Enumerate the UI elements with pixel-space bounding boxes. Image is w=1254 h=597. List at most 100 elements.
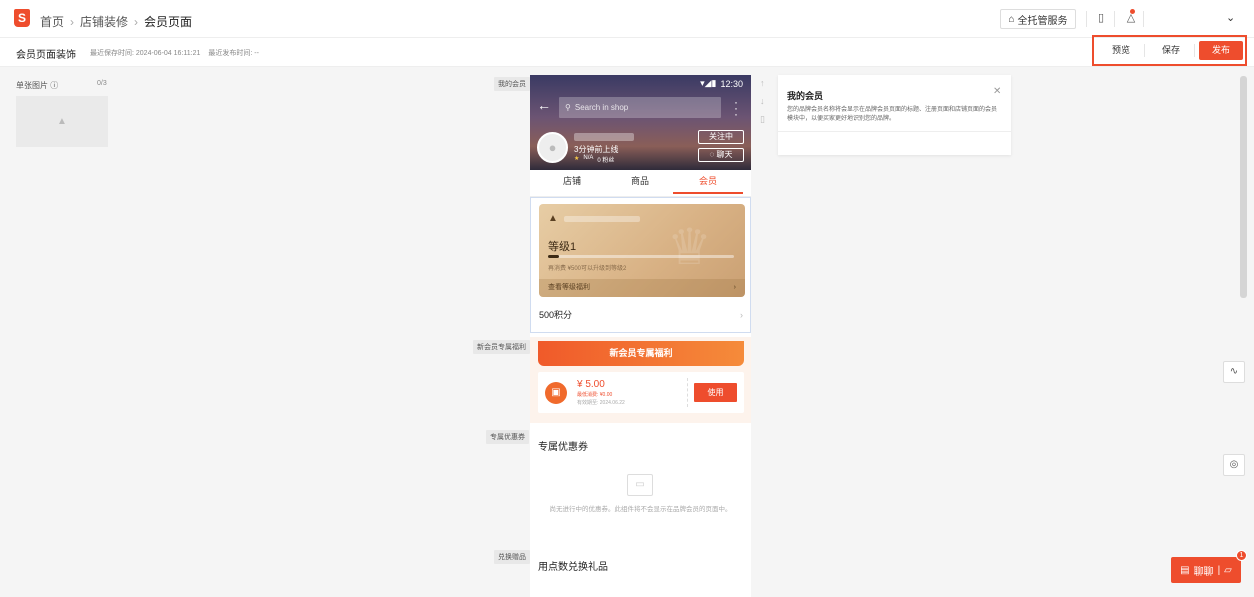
image-count: 0/3 — [97, 80, 107, 87]
voucher-icon: ▣ — [545, 382, 567, 404]
activity-monitor-icon[interactable]: ∿ — [1223, 361, 1245, 383]
save-meta: 最近保存时间: 2024-06-04 16:11:21 最近发布时间: -- — [90, 48, 259, 58]
signal-icon: ▾◢▮ — [700, 78, 717, 88]
chat-button[interactable]: ◌ 聊天 — [698, 148, 744, 162]
divider — [1194, 44, 1195, 57]
section-tag-coupons[interactable]: 专属优惠券 — [486, 430, 529, 444]
coupon-section[interactable]: 专属优惠券 ▭ 尚无进行中的优惠券。此组件将不会显示在品牌会员的页面中。 — [530, 427, 751, 543]
use-voucher-button[interactable]: 使用 — [694, 383, 737, 402]
follow-button[interactable]: 关注中 — [698, 130, 744, 144]
crown-icon: ♛ — [667, 219, 712, 275]
search-placeholder: Search in shop — [574, 103, 629, 112]
search-icon: ⚲ — [565, 103, 571, 112]
book-icon[interactable]: ▯ — [1094, 11, 1108, 25]
back-arrow-icon[interactable]: ← — [537, 97, 551, 113]
publish-button[interactable]: 发布 — [1199, 41, 1243, 60]
voucher-min-spend: 最低消费: ¥0.00 — [577, 392, 613, 398]
shop-search-input[interactable]: ⚲ Search in shop — [559, 97, 721, 118]
empty-coupon-icon: ▭ — [627, 474, 653, 496]
shopee-logo-icon[interactable]: S — [14, 9, 30, 27]
view-level-benefits[interactable]: 查看等级福利 › — [539, 279, 745, 297]
divider — [1144, 44, 1145, 57]
expand-icon: ▱ — [1224, 564, 1232, 576]
card-user: ▲ — [548, 213, 640, 224]
shop-tabs: 店铺 商品 会员 — [530, 170, 751, 197]
divider — [1114, 11, 1115, 27]
single-image-label: 单张图片 ⓘ — [16, 81, 59, 90]
breadcrumb-shop-decoration[interactable]: 店铺装修 — [80, 13, 128, 30]
section-tag-redeem[interactable]: 兑换赠品 — [494, 550, 530, 564]
chat-icon: ◌ — [709, 150, 715, 159]
shop-avatar: ● — [537, 132, 568, 163]
image-thumbnail[interactable]: ▲ — [16, 96, 108, 147]
divider — [778, 131, 1011, 132]
breadcrumb-separator: › — [70, 14, 75, 29]
coupon-heading: 专属优惠券 — [538, 442, 588, 453]
info-title: 我的会员 — [787, 91, 824, 101]
shop-online-status: 3分钟前上线 — [574, 145, 619, 154]
gift-redeem-section[interactable]: 用点数兑换礼品 — [530, 547, 751, 597]
star-icon: ★ — [574, 156, 580, 162]
divider — [1086, 11, 1087, 27]
chevron-right-icon: › — [740, 310, 743, 320]
scrollbar[interactable] — [1240, 70, 1247, 595]
voucher-divider — [687, 378, 688, 407]
last-saved-time: 最近保存时间: 2024-06-04 16:11:21 — [90, 50, 201, 57]
delete-icon[interactable]: ▯ — [760, 114, 765, 125]
rating-value: N/A — [583, 155, 594, 161]
top-header: S 首页 › 店铺装修 › 会员页面 ⌂ 全托管服务 ▯ △ ⌄ — [0, 0, 1254, 38]
preview-button[interactable]: 预览 — [1100, 41, 1142, 60]
move-up-icon[interactable]: ↑ — [760, 78, 765, 88]
close-icon[interactable]: ✕ — [993, 86, 1001, 97]
action-buttons-highlight: 预览 保存 发布 — [1092, 35, 1247, 66]
active-tab-indicator — [673, 192, 743, 194]
gift-heading: 用点数兑换礼品 — [538, 562, 608, 573]
section-tag-new-member[interactable]: 新会员专属福利 — [473, 340, 530, 354]
my-member-section[interactable]: ♛ ▲ 等级1 再消费 ¥500可以升级到等级2 查看等级福利 › 500积分 … — [530, 197, 751, 333]
info-description: 您的品牌会员名称将会显示在品牌会员页面的标题、注册页面和店铺页面的会员模块中，以… — [787, 107, 998, 122]
component-info-panel: 我的会员 ✕ 您的品牌会员名称将会显示在品牌会员页面的标题、注册页面和店铺页面的… — [778, 75, 1011, 155]
level-progress-bar — [548, 255, 734, 258]
chat-bubble-icon: ▤ — [1180, 564, 1190, 576]
voucher-expiry: 有效期至: 2024.06.22 — [577, 400, 625, 406]
move-down-icon[interactable]: ↓ — [760, 96, 765, 106]
divider — [1143, 11, 1144, 27]
breadcrumb-home[interactable]: 首页 — [40, 13, 64, 30]
sub-header: 会员页面装饰 最近保存时间: 2024-06-04 16:11:21 最近发布时… — [0, 38, 1254, 67]
chat-unread-badge: 1 — [1236, 550, 1247, 561]
voucher-amount: ¥ 5.00 — [577, 379, 605, 390]
breadcrumb-current: 会员页面 — [144, 15, 193, 29]
support-headset-icon[interactable]: ◎ — [1223, 454, 1245, 476]
membership-card: ♛ ▲ 等级1 再消费 ¥500可以升级到等级2 查看等级福利 › — [539, 204, 745, 297]
section-tag-my-member[interactable]: 我的会员 — [494, 77, 530, 91]
chat-float-button[interactable]: ▤ 聊聊 | ▱ — [1171, 557, 1241, 583]
service-icon: ⌂ — [1008, 13, 1015, 25]
level-progress-fill — [548, 255, 560, 258]
help-icon[interactable]: ⓘ — [50, 81, 58, 90]
breadcrumb: 首页 › 店铺装修 › 会员页面 — [40, 13, 192, 30]
chevron-right-icon: › — [733, 284, 736, 291]
new-member-section[interactable]: 新会员专属福利 ▣ ¥ 5.00 最低消费: ¥0.00 有效期至: 2024.… — [530, 337, 751, 423]
member-level: 等级1 — [548, 241, 577, 253]
save-button[interactable]: 保存 — [1150, 41, 1192, 60]
phone-preview: ▾◢▮ 12:30 ← ⚲ Search in shop · · · ● 3分钟前上… — [530, 75, 751, 597]
image-placeholder-icon: ▲ — [57, 116, 67, 127]
scrollbar-thumb[interactable] — [1240, 76, 1247, 298]
page-title: 会员页面装饰 — [16, 50, 76, 61]
points-row[interactable]: 500积分 › — [531, 301, 751, 329]
shop-name-blurred — [574, 133, 634, 141]
tab-products[interactable]: 商品 — [605, 170, 675, 197]
more-options-icon[interactable]: · · · — [733, 96, 739, 120]
shop-header[interactable]: ▾◢▮ 12:30 ← ⚲ Search in shop · · · ● 3分钟前上… — [530, 75, 751, 170]
coupon-empty-text: 尚无进行中的优惠券。此组件将不会显示在品牌会员的页面中。 — [549, 506, 732, 513]
account-menu-chevron-down-icon[interactable]: ⌄ — [1226, 11, 1235, 24]
new-member-banner: 新会员专属福利 — [538, 341, 744, 366]
status-bar: ▾◢▮ 12:30 — [700, 78, 743, 89]
divider: | — [1217, 564, 1221, 576]
chat-label: 聊聊 — [1193, 566, 1214, 578]
user-icon: ▲ — [548, 213, 558, 224]
shop-rating: ★ N/A 0 粉丝 — [574, 155, 614, 164]
user-icon: ● — [548, 140, 557, 155]
full-managed-service-button[interactable]: ⌂ 全托管服务 — [1000, 9, 1076, 29]
tab-shop[interactable]: 店铺 — [537, 170, 607, 197]
